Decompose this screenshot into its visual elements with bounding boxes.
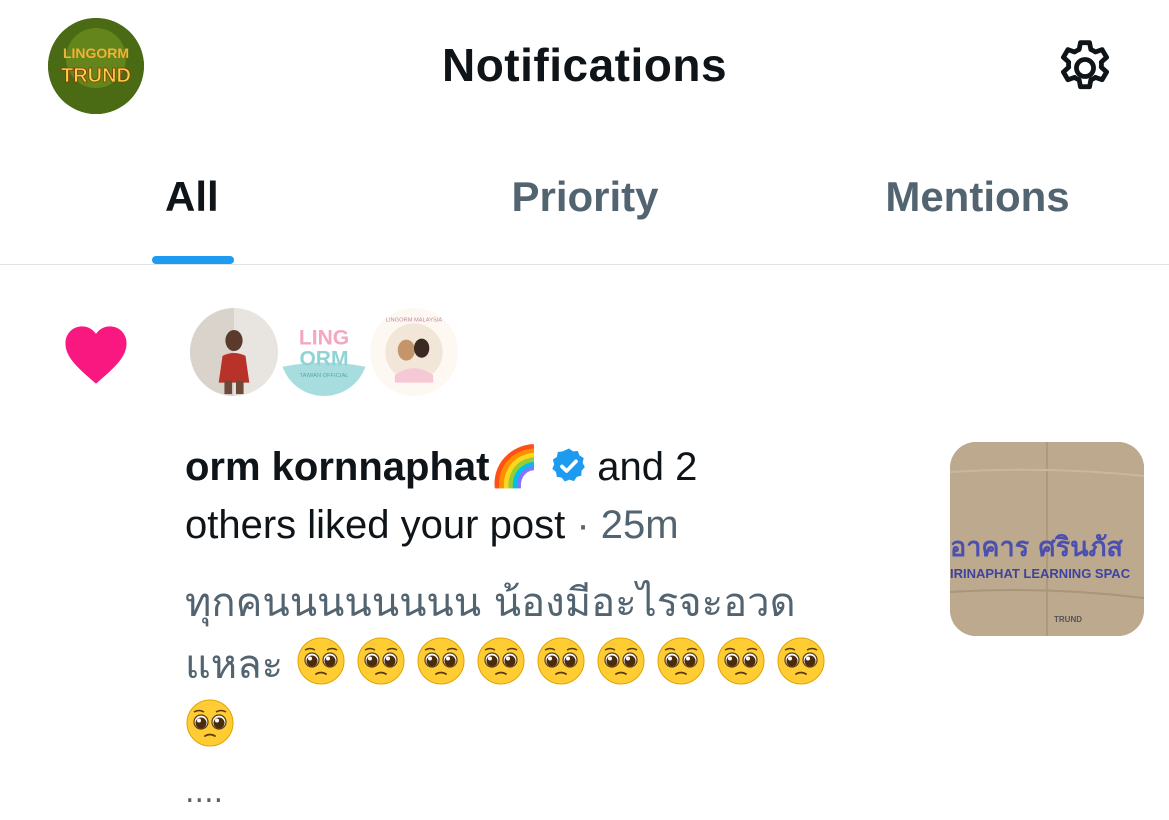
timestamp: 25m	[600, 503, 679, 547]
post-preview[interactable]: ทุกคนนนนนนนน น้องมีอะไรจะอวด แหละ ....	[185, 572, 905, 820]
avatar[interactable]: LINGORM MALAYSIA	[368, 306, 460, 398]
avatar[interactable]: LING ORM TAIWAN OFFICIAL	[278, 306, 370, 398]
settings-button[interactable]	[1050, 36, 1120, 100]
avatar-logo-2: LING ORM TAIWAN OFFICIAL	[280, 308, 368, 396]
pleading-face-emoji-icon	[186, 699, 234, 747]
pleading-face-emoji-icon	[357, 637, 405, 685]
svg-text:LINGORM MALAYSIA: LINGORM MALAYSIA	[386, 317, 443, 323]
actor-name[interactable]: orm kornnaphat🌈	[185, 445, 539, 489]
tab-priority[interactable]: Priority	[384, 135, 786, 264]
post-thumbnail[interactable]: อาคาร ศรินภัส IRINAPHAT LEARNING SPAC TR…	[950, 442, 1144, 636]
tab-mentions[interactable]: Mentions	[786, 135, 1169, 264]
svg-text:LING: LING	[299, 326, 349, 349]
pleading-face-emoji-icon	[717, 637, 765, 685]
pleading-face-emoji-icon	[777, 637, 825, 685]
tab-all-label: All	[165, 172, 219, 220]
notification-tabs: All Priority Mentions	[0, 135, 1169, 265]
svg-text:TRUND: TRUND	[1054, 615, 1082, 624]
gear-icon	[1061, 40, 1109, 90]
verified-badge-icon	[552, 448, 586, 482]
separator: ·	[576, 503, 590, 547]
tab-priority-label: Priority	[511, 172, 659, 220]
pleading-face-emoji-icon	[657, 637, 705, 685]
page-title: Notifications	[441, 39, 728, 91]
post-text-line2: แหละ	[185, 642, 284, 688]
avatar-photo-1	[190, 308, 278, 396]
post-ellipsis: ....	[185, 775, 224, 810]
heart-icon	[65, 326, 127, 384]
pleading-face-emoji-icon	[417, 637, 465, 685]
pleading-face-emoji-icon	[297, 637, 345, 685]
active-tab-indicator	[152, 256, 234, 264]
svg-text:IRINAPHAT LEARNING SPAC: IRINAPHAT LEARNING SPAC	[950, 566, 1131, 581]
avatar-photo-3: LINGORM MALAYSIA	[370, 308, 458, 396]
svg-text:TAIWAN OFFICIAL: TAIWAN OFFICIAL	[300, 373, 349, 379]
header: LINGORM TRUND Notifications	[0, 0, 1169, 135]
summary-part2: others liked your post	[185, 503, 566, 547]
summary-part1: and 2	[597, 445, 698, 489]
pleading-face-emoji-icon	[597, 637, 645, 685]
thumbnail-image: อาคาร ศรินภัส IRINAPHAT LEARNING SPAC TR…	[950, 442, 1144, 636]
emoji-row	[185, 699, 245, 750]
notification-summary[interactable]: orm kornnaphat🌈 and 2 others liked your …	[185, 438, 805, 554]
tab-all[interactable]: All	[0, 135, 384, 264]
avatar[interactable]	[188, 306, 280, 398]
emoji-row	[296, 637, 836, 688]
svg-text:อาคาร ศรินภัส: อาคาร ศรินภัส	[950, 532, 1123, 563]
pleading-face-emoji-icon	[537, 637, 585, 685]
svg-text:ORM: ORM	[299, 347, 348, 370]
tab-mentions-label: Mentions	[885, 172, 1070, 220]
post-text-line1: ทุกคนนนนนนนน น้องมีอะไรจะอวด	[185, 580, 796, 626]
pleading-face-emoji-icon	[477, 637, 525, 685]
